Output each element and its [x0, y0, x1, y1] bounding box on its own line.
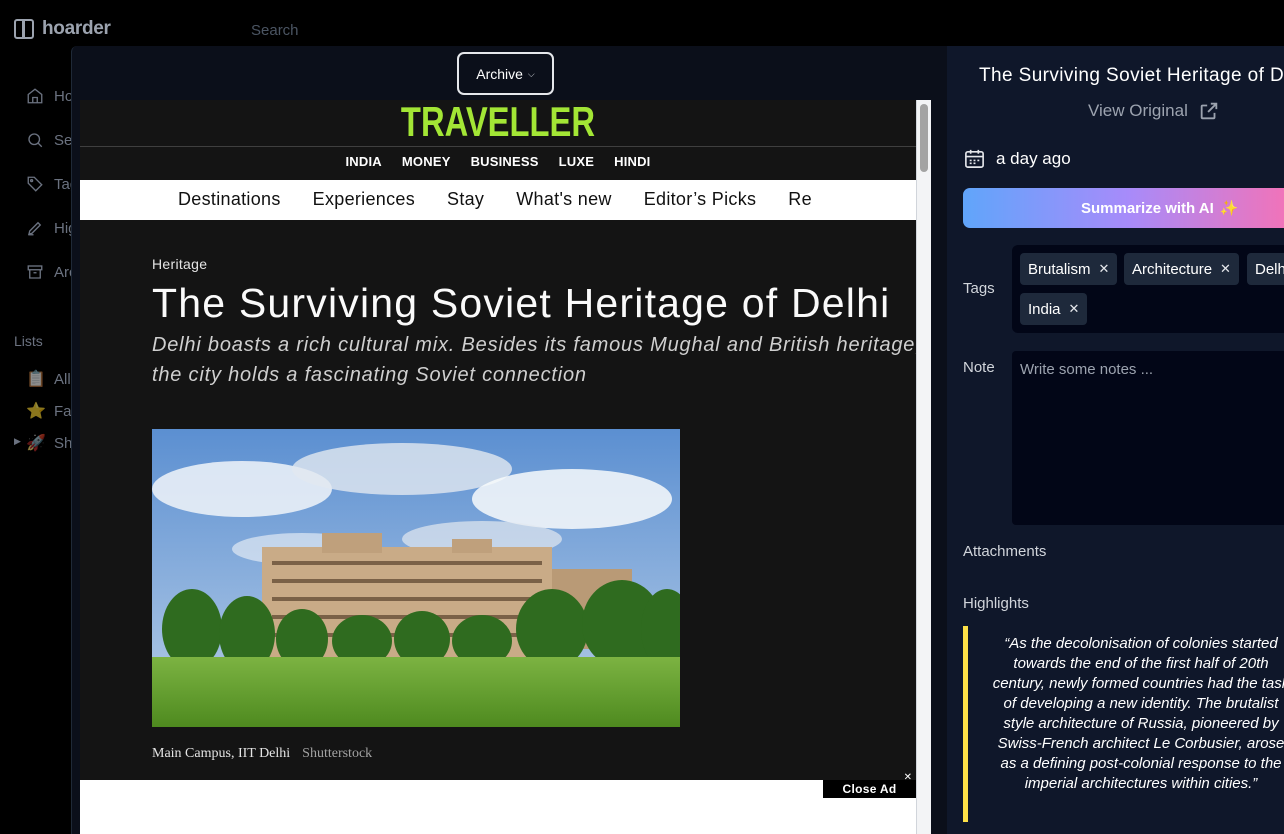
photo-credit: Shutterstock — [302, 746, 373, 761]
article-photo — [152, 429, 680, 727]
ad-banner: ✕ Close Ad — [80, 772, 916, 834]
caption-text: Main Campus, IIT Delhi — [152, 746, 291, 761]
frame-scrollbar[interactable] — [916, 100, 931, 834]
note-field-wrapper — [1012, 351, 1284, 525]
nav-link[interactable]: Stay — [447, 189, 484, 210]
chevron-down-icon: ⌵ — [527, 68, 535, 79]
logo-icon — [14, 19, 34, 39]
article-subtitle: Delhi boasts a rich cultural mix. Beside… — [152, 334, 922, 386]
archive-dropdown-button[interactable]: Archive ⌵ — [457, 52, 554, 95]
highlighter-icon — [28, 221, 42, 236]
site-navbar: Destinations Experiences Stay What's new… — [80, 180, 916, 220]
tag-chip[interactable]: Architecture ✕ — [1124, 253, 1239, 285]
archived-page-frame[interactable]: TRAVELLER INDIA MONEY BUSINESS LUXE HIND… — [80, 100, 931, 834]
app-name: hoarder — [42, 18, 111, 39]
highlights-label: Highlights — [963, 595, 1029, 612]
section-link[interactable]: BUSINESS — [471, 154, 539, 169]
section-link[interactable]: LUXE — [559, 154, 594, 169]
brand-divider — [80, 146, 916, 147]
view-original-link[interactable]: View Original — [1088, 100, 1220, 122]
site-brand-logo[interactable]: TRAVELLER — [172, 100, 824, 146]
bookmark-title[interactable]: The Surviving Soviet Heritage of Delhi — [979, 65, 1284, 87]
photo-caption: Main Campus, IIT Delhi Shutterstock — [152, 746, 372, 762]
rocket-icon: 🚀 — [26, 435, 46, 452]
remove-tag-icon[interactable]: ✕ — [1220, 261, 1231, 277]
scrollbar-thumb[interactable] — [920, 104, 928, 172]
section-link[interactable]: HINDI — [614, 154, 650, 169]
remove-tag-icon[interactable]: ✕ — [1069, 301, 1080, 317]
tag-label: Delhi — [1255, 260, 1284, 278]
nav-link[interactable]: Editor’s Picks — [644, 189, 757, 210]
created-date: a day ago — [963, 147, 1071, 170]
note-field[interactable] — [1020, 361, 1284, 515]
tag-label: India — [1028, 300, 1061, 318]
tag-chip[interactable]: Brutalism ✕ — [1020, 253, 1118, 285]
date-text: a day ago — [996, 148, 1071, 168]
sparkles-icon: ✨ — [1219, 200, 1239, 217]
tag-chip[interactable]: India ✕ — [1020, 293, 1088, 325]
article-category[interactable]: Heritage — [152, 256, 207, 272]
archive-icon — [27, 265, 43, 279]
lists-heading: Lists — [14, 333, 43, 349]
highlight-card[interactable]: “As the decolonisation of colonies start… — [963, 626, 1284, 822]
details-panel: The Surviving Soviet Heritage of Delhi V… — [947, 46, 1284, 834]
nav-link[interactable]: Re — [788, 189, 812, 210]
clipboard-icon: 📋 — [26, 371, 46, 388]
section-link[interactable]: MONEY — [402, 154, 451, 169]
nav-link[interactable]: Destinations — [178, 189, 281, 210]
archive-button-label: Archive — [476, 65, 523, 82]
tags-editor[interactable]: Brutalism ✕ Architecture ✕ Delhi ✕ India… — [1012, 245, 1284, 333]
note-label: Note — [963, 359, 995, 376]
expand-caret-icon[interactable]: ▶ — [14, 436, 21, 447]
app-logo[interactable]: hoarder — [14, 18, 111, 40]
search-input[interactable]: Search — [251, 22, 299, 39]
star-icon: ⭐ — [26, 403, 46, 420]
close-ad-button[interactable]: Close Ad — [823, 780, 916, 798]
nav-link[interactable]: Experiences — [313, 189, 415, 210]
search-icon — [28, 133, 43, 148]
attachments-label: Attachments — [963, 543, 1047, 560]
home-icon — [27, 88, 43, 104]
summarize-ai-button[interactable]: Summarize with AI ✨ — [963, 188, 1284, 228]
section-links: INDIA MONEY BUSINESS LUXE HINDI — [80, 154, 916, 169]
view-original-label: View Original — [1088, 101, 1188, 120]
app-root: hoarder Search Home Search Tags Highligh… — [0, 0, 1284, 834]
tag-chip[interactable]: Delhi ✕ — [1247, 253, 1284, 285]
article-headline: The Surviving Soviet Heritage of Delhi — [152, 280, 891, 326]
tag-label: Brutalism — [1028, 260, 1091, 278]
remove-tag-icon[interactable]: ✕ — [1099, 261, 1110, 277]
tags-label: Tags — [963, 280, 995, 297]
section-link[interactable]: INDIA — [346, 154, 382, 169]
highlight-text: “As the decolonisation of colonies start… — [992, 635, 1284, 792]
tag-label: Architecture — [1132, 260, 1213, 278]
external-link-icon — [1200, 102, 1218, 120]
summarize-label: Summarize with AI — [1081, 199, 1214, 217]
calendar-icon — [965, 149, 984, 168]
tag-icon — [27, 176, 43, 192]
nav-link[interactable]: What's new — [516, 189, 611, 210]
